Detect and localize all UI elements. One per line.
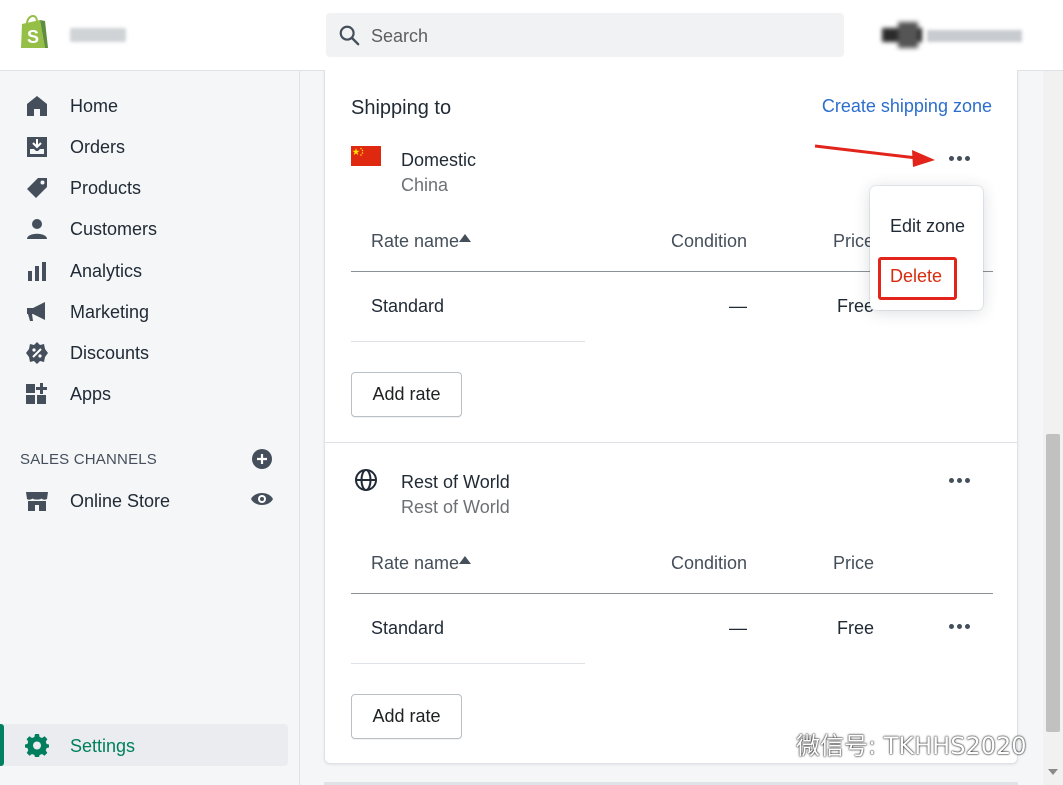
rate-more-actions-button[interactable] <box>946 617 974 635</box>
column-header-rate-name[interactable]: Rate name <box>371 231 459 252</box>
delete-zone-menu-item[interactable]: Delete <box>890 266 942 287</box>
apps-icon <box>26 383 47 404</box>
rate-condition-cell: — <box>729 296 747 316</box>
sidebar-item-label: Discounts <box>70 343 150 363</box>
sort-ascending-icon[interactable] <box>459 556 471 564</box>
gear-icon <box>25 734 49 757</box>
store-icon <box>26 492 48 511</box>
sidebar-item-customers[interactable]: Customers <box>0 209 300 249</box>
sidebar-item-orders[interactable]: Orders <box>0 127 300 167</box>
column-header-price: Price <box>833 231 875 251</box>
section-heading: Shipping to <box>351 97 452 119</box>
sidebar-item-apps[interactable]: Apps <box>0 374 300 414</box>
scrollbar-thumb[interactable] <box>1046 434 1060 732</box>
sidebar-item-products[interactable]: Products <box>0 168 300 208</box>
tag-icon <box>27 178 47 198</box>
megaphone-icon <box>27 302 45 321</box>
row-divider <box>351 341 585 342</box>
user-menu-blurred[interactable] <box>882 20 1022 50</box>
sidebar: Home Orders Products Customers Analytics… <box>0 71 300 785</box>
sidebar-item-label: Orders <box>70 137 126 157</box>
zone-title: Rest of World <box>401 472 510 492</box>
add-sales-channel-icon[interactable] <box>251 448 273 470</box>
shopify-logo-icon[interactable]: S <box>18 15 50 51</box>
zone-subtitle: Rest of World <box>401 497 510 517</box>
column-header-condition: Condition <box>671 231 748 251</box>
rate-condition-cell: — <box>729 618 747 638</box>
column-header-price: Price <box>833 553 875 573</box>
row-divider <box>351 663 585 664</box>
sales-channels-header: SALES CHANNELS <box>20 451 158 468</box>
zone-more-actions-button[interactable] <box>946 149 974 167</box>
sidebar-item-marketing[interactable]: Marketing <box>0 292 300 332</box>
edit-zone-menu-item[interactable]: Edit zone <box>890 216 965 237</box>
orders-icon <box>27 137 47 157</box>
sidebar-item-label: Customers <box>70 219 158 239</box>
watermark-text: 微信号: TKHHS2020 <box>796 732 1027 760</box>
avatar-blur-2 <box>898 22 918 48</box>
sidebar-item-analytics[interactable]: Analytics <box>0 251 300 291</box>
add-rate-button[interactable]: Add rate <box>351 694 462 739</box>
zone-actions-popover: Edit zone Delete <box>870 186 983 310</box>
sort-ascending-icon[interactable] <box>459 234 471 242</box>
scroll-down-arrow-icon[interactable] <box>1048 769 1058 775</box>
username-blur <box>927 30 1022 42</box>
zone-title: Domestic <box>401 150 477 170</box>
sidebar-item-label: Apps <box>70 384 112 404</box>
person-icon <box>27 219 47 239</box>
zone-more-actions-button[interactable] <box>946 471 974 489</box>
rate-price-cell: Free <box>837 618 875 638</box>
top-bar: S Search <box>0 0 1063 71</box>
column-header-rate-name[interactable]: Rate name <box>371 553 459 574</box>
sidebar-item-label: Settings <box>70 736 136 756</box>
search-icon <box>339 25 360 46</box>
discount-icon <box>26 342 48 364</box>
search-bar[interactable]: Search <box>326 13 844 57</box>
column-header-condition: Condition <box>671 553 748 573</box>
svg-text:S: S <box>27 27 39 47</box>
shipping-zones-card: Shipping to Create shipping zone Domesti… <box>324 70 1018 764</box>
globe-icon <box>355 469 377 491</box>
bar-chart-icon <box>28 262 46 281</box>
store-name-blurred[interactable] <box>70 28 126 42</box>
sidebar-item-home[interactable]: Home <box>0 86 300 126</box>
zone-subtitle: China <box>401 175 449 195</box>
create-shipping-zone-link[interactable]: Create shipping zone <box>822 96 992 117</box>
search-input[interactable]: Search <box>371 26 428 47</box>
wechat-logo-icon <box>760 727 789 750</box>
page-scrollbar[interactable] <box>1043 71 1063 785</box>
table-header-divider <box>351 593 993 594</box>
home-icon <box>27 96 47 116</box>
add-rate-button[interactable]: Add rate <box>351 372 462 417</box>
sidebar-item-label: Home <box>70 96 119 116</box>
sidebar-item-label: Online Store <box>70 491 171 511</box>
sidebar-item-discounts[interactable]: Discounts <box>0 333 300 373</box>
rate-name-cell: Standard <box>371 296 445 316</box>
rate-price-cell: Free <box>837 296 875 316</box>
sidebar-item-label: Marketing <box>70 302 150 322</box>
rate-name-cell: Standard <box>371 618 445 638</box>
sidebar-item-settings[interactable]: Settings <box>0 724 288 766</box>
zone-divider <box>325 442 1017 443</box>
sidebar-item-label: Analytics <box>70 261 143 281</box>
china-flag-icon <box>351 146 381 166</box>
active-indicator <box>0 724 4 766</box>
sidebar-item-label: Products <box>70 178 142 198</box>
view-store-eye-icon[interactable] <box>250 490 274 508</box>
